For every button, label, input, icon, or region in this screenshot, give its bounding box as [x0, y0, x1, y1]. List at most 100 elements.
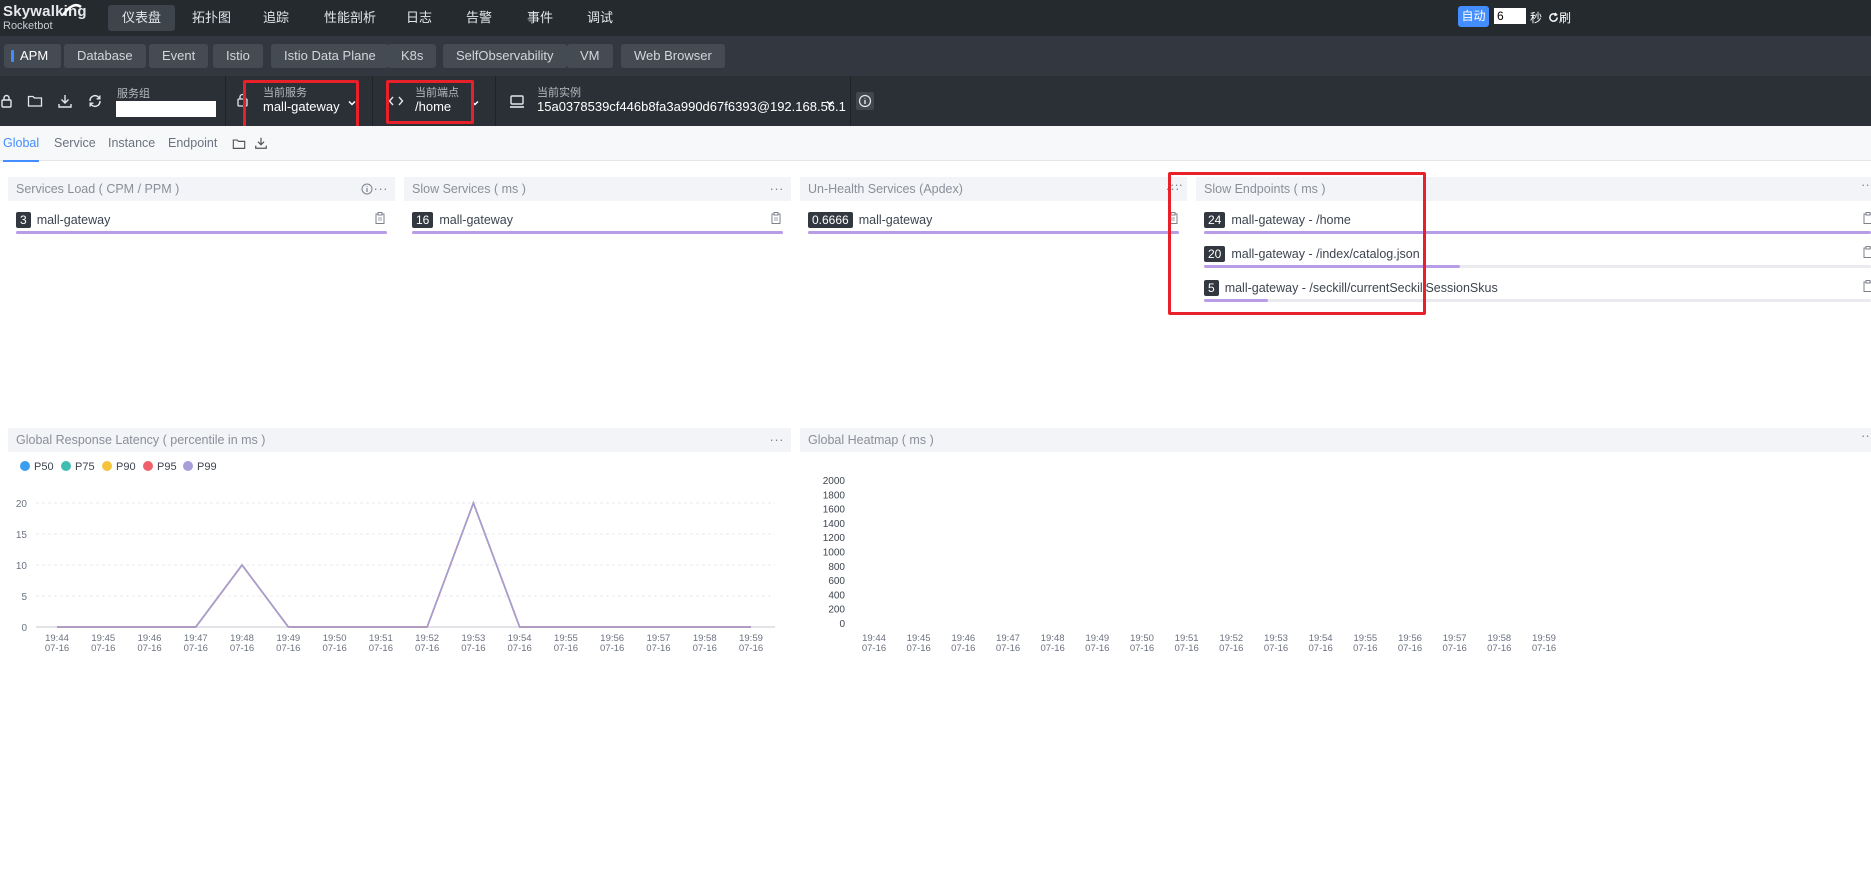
more-options-icon[interactable]: ··· [1170, 177, 1183, 192]
x-tick-label: 19:44 07-16 [45, 633, 69, 654]
folder-icon[interactable] [232, 137, 246, 151]
panel-title: Slow Services ( ms ) [412, 182, 526, 196]
legend-label: P50 [34, 461, 54, 473]
current-endpoint-value[interactable]: /home [415, 100, 451, 114]
list-item[interactable]: 24 mall-gateway - /home [1204, 212, 1351, 232]
layer-tab-k8s[interactable]: K8s [388, 44, 437, 68]
list-item[interactable]: 3 mall-gateway [16, 212, 110, 232]
tab-service[interactable]: Service [54, 136, 96, 150]
nav-event[interactable]: 事件 [513, 5, 567, 31]
x-tick-label: 19:59 07-16 [1532, 633, 1556, 654]
folder-icon[interactable] [27, 93, 43, 109]
nav-dashboard[interactable]: 仪表盘 [108, 5, 176, 31]
y-tick-label: 0 [21, 623, 27, 634]
current-service-value[interactable]: mall-gateway [263, 100, 340, 114]
info-icon[interactable] [361, 183, 373, 195]
current-instance-label: 当前实例 [537, 87, 581, 99]
panel-heatmap-header: Global Heatmap ( ms ) [800, 428, 1871, 452]
layer-tab-event[interactable]: Event [149, 44, 209, 68]
more-options-icon[interactable]: ·· [1861, 177, 1870, 192]
list-item[interactable]: 16 mall-gateway [412, 212, 513, 232]
value-badge: 20 [1204, 246, 1226, 262]
nav-alarm[interactable]: 告警 [452, 5, 506, 31]
legend-item[interactable]: P90 [102, 461, 136, 473]
y-tick-label: 1800 [823, 490, 846, 501]
dashboard-sub-tabs: Global Service Instance Endpoint [0, 126, 1871, 162]
progress-bar [1204, 265, 1871, 268]
progress-bar-fill [16, 231, 387, 234]
x-tick-label: 19:58 07-16 [1487, 633, 1511, 654]
progress-bar-fill [808, 231, 1179, 234]
list-item[interactable]: 20 mall-gateway - /index/catalog.json [1204, 246, 1420, 266]
list-item[interactable]: 0.6666 mall-gateway [808, 212, 932, 232]
progress-bar [412, 231, 783, 234]
value-badge: 16 [412, 212, 434, 228]
legend-item[interactable]: P50 [20, 461, 54, 473]
list-item[interactable]: 5 mall-gateway - /seckill/currentSeckillS… [1204, 280, 1498, 300]
more-options-icon[interactable]: ··· [770, 428, 785, 452]
more-options-icon[interactable]: ··· [374, 177, 389, 201]
layer-tab-istio[interactable]: Istio [213, 44, 263, 68]
layer-tab-vm[interactable]: VM [567, 44, 613, 68]
chevron-down-icon[interactable] [470, 98, 480, 108]
panel-slow-endpoints-header: Slow Endpoints ( ms ) [1196, 177, 1871, 201]
progress-bar-fill [1204, 231, 1871, 234]
refresh-seconds-input[interactable] [1494, 8, 1526, 24]
x-tick-label: 19:45 07-16 [91, 633, 115, 654]
logo: Skywalking Rocketbot [3, 4, 87, 33]
clipboard-icon[interactable] [1863, 212, 1871, 224]
current-endpoint-label: 当前端点 [415, 87, 459, 99]
refresh-button[interactable]: 刷 [1548, 9, 1571, 26]
panel-title: Services Load ( CPM / PPM ) [16, 182, 180, 196]
more-options-icon[interactable]: ·· [1861, 428, 1870, 443]
nav-trace[interactable]: 追踪 [249, 5, 303, 31]
legend-label: P75 [75, 461, 95, 473]
latency-line-chart: 0 5 10 15 20 19:44 07-16 19:45 07-16 19:46 07-16 19… [16, 499, 775, 654]
clipboard-icon[interactable] [1863, 246, 1871, 258]
x-tick-label: 19:52 07-16 [1219, 633, 1243, 654]
y-tick-label: 2000 [823, 476, 846, 487]
lock-icon[interactable] [0, 93, 16, 109]
layer-tab-selfobservability[interactable]: SelfObservability [443, 44, 567, 68]
tab-endpoint[interactable]: Endpoint [168, 136, 217, 150]
layer-tab-istio-data-plane[interactable]: Istio Data Plane [271, 44, 389, 68]
reload-icon[interactable] [87, 93, 103, 109]
layer-tab-apm[interactable]: APM [4, 44, 62, 68]
clipboard-icon[interactable] [1863, 280, 1871, 292]
chevron-down-icon[interactable] [825, 98, 835, 108]
clipboard-icon[interactable] [375, 212, 385, 224]
nav-debug[interactable]: 调试 [573, 5, 627, 31]
legend-dot [20, 461, 30, 471]
tab-instance[interactable]: Instance [108, 136, 155, 150]
clipboard-icon[interactable] [1168, 212, 1178, 224]
x-tick-label: 19:48 07-16 [1041, 633, 1065, 654]
y-tick-label: 0 [839, 619, 845, 630]
legend-item[interactable]: P95 [143, 461, 177, 473]
nav-log[interactable]: 日志 [392, 5, 446, 31]
x-tick-label: 19:50 07-16 [1130, 633, 1154, 654]
layer-tab-database[interactable]: Database [64, 44, 146, 68]
service-group-input[interactable] [116, 101, 216, 117]
x-tick-label: 19:53 07-16 [1264, 633, 1288, 654]
brand-swoosh-icon [61, 4, 82, 16]
more-options-icon[interactable]: ··· [770, 177, 785, 201]
tab-global[interactable]: Global [3, 136, 40, 162]
legend-item[interactable]: P75 [61, 461, 95, 473]
clipboard-icon[interactable] [771, 212, 781, 224]
download-icon[interactable] [254, 136, 268, 150]
value-badge: 24 [1204, 212, 1226, 228]
auto-refresh-button[interactable]: 自动 [1458, 6, 1489, 27]
nav-topology[interactable]: 拓扑图 [178, 5, 245, 31]
chevron-down-icon[interactable] [347, 98, 357, 108]
current-instance-value[interactable]: 15a0378539cf446b8fa3a990d67f6393@192.168… [537, 100, 846, 114]
progress-bar [808, 231, 1179, 234]
x-tick-label: 19:55 07-16 [1353, 633, 1377, 654]
nav-profiling[interactable]: 性能剖析 [310, 5, 390, 31]
download-icon[interactable] [57, 93, 73, 109]
x-tick-label: 19:54 07-16 [508, 633, 532, 654]
panel-slow-services-header: Slow Services ( ms ) ··· [404, 177, 791, 201]
y-tick-label: 800 [828, 562, 845, 573]
layer-tab-web-browser[interactable]: Web Browser [621, 44, 725, 68]
legend-item[interactable]: P99 [183, 461, 217, 473]
info-button[interactable] [856, 92, 874, 110]
